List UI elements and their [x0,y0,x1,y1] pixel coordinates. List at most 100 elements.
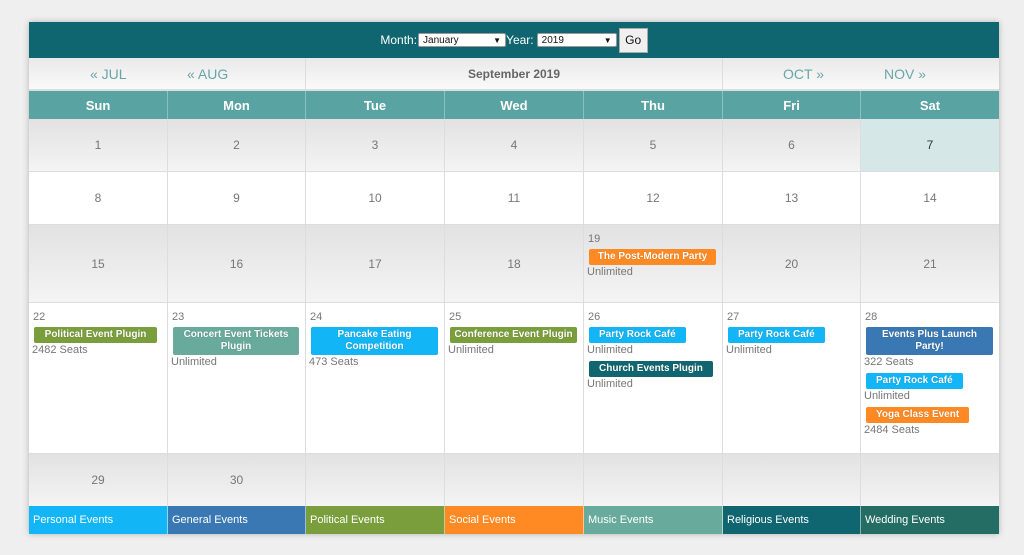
day-number: 19 [588,233,601,245]
day-cell[interactable]: 25 Conference Event Plugin Unlimited [445,303,584,453]
day-number: 20 [784,256,799,271]
event-post-modern-party[interactable]: The Post-Modern Party [589,249,716,265]
category-legend: Personal Events General Events Political… [29,506,999,534]
event-availability: 322 Seats [864,356,914,368]
day-cell[interactable]: 10 [306,172,445,224]
week-row: 29 30 [29,454,999,506]
day-number: 17 [368,256,382,271]
event-church-events-plugin[interactable]: Church Events Plugin [589,361,713,377]
legend-wedding-events[interactable]: Wedding Events [861,506,999,534]
event-yoga-class-event[interactable]: Yoga Class Event [866,407,970,423]
day-cell[interactable]: 12 [584,172,723,224]
event-calendar: Month: January ▼ Year: 2019 ▼ Go « JUL «… [29,22,999,534]
day-cell[interactable]: 23 Concert Event Tickets Plugin Unlimite… [168,303,306,453]
event-party-rock-cafe[interactable]: Party Rock Café [866,373,963,389]
next-months: OCT » NOV » [723,58,999,89]
go-button[interactable]: Go [618,27,648,53]
day-number: 9 [233,191,240,205]
event-pancake-eating-competition[interactable]: Pancake Eating Competition [311,327,438,355]
day-cell[interactable]: 26 Party Rock Café Unlimited Church Even… [584,303,723,453]
prev-month-aug-link[interactable]: « AUG [187,66,228,82]
day-cell[interactable]: 17 [306,225,445,302]
day-cell[interactable]: 29 [29,454,168,506]
week-row: 22 Political Event Plugin 2482 Seats 23 … [29,303,999,454]
empty-day-cell [723,454,861,506]
day-cell[interactable]: 27 Party Rock Café Unlimited [723,303,861,453]
day-cell-today[interactable]: 7 [861,119,999,171]
legend-music-events[interactable]: Music Events [584,506,723,534]
legend-general-events[interactable]: General Events [168,506,306,534]
day-cell[interactable]: 3 [306,119,445,171]
day-number: 8 [94,191,102,205]
week-row: 1 2 3 4 5 6 7 [29,119,999,172]
empty-day-cell [306,454,445,506]
event-availability: Unlimited [726,344,772,356]
day-cell[interactable]: 21 [861,225,999,302]
event-political-event-plugin[interactable]: Political Event Plugin [34,327,157,343]
day-number: 30 [229,473,244,487]
event-party-rock-cafe[interactable]: Party Rock Café [589,327,686,343]
day-cell[interactable]: 15 [29,225,168,302]
weekday-wed: Wed [445,91,584,119]
day-cell[interactable]: 11 [445,172,584,224]
event-party-rock-cafe[interactable]: Party Rock Café [728,327,825,343]
prev-month-jul-link[interactable]: « JUL [90,66,127,82]
day-cell[interactable]: 8 [29,172,168,224]
weekday-fri: Fri [723,91,861,119]
day-cell[interactable]: 16 [168,225,306,302]
event-events-plus-launch-party[interactable]: Events Plus Launch Party! [866,327,993,355]
day-number: 21 [923,256,937,271]
day-cell[interactable]: 5 [584,119,723,171]
day-cell[interactable]: 2 [168,119,306,171]
next-month-oct-link[interactable]: OCT » [783,66,824,82]
day-cell[interactable]: 18 [445,225,584,302]
legend-social-events[interactable]: Social Events [445,506,584,534]
legend-political-events[interactable]: Political Events [306,506,445,534]
event-availability: Unlimited [864,390,910,402]
day-cell[interactable]: 1 [29,119,168,171]
event-availability: Unlimited [448,344,494,356]
day-cell[interactable]: 4 [445,119,584,171]
event-availability: Unlimited [587,344,633,356]
day-cell[interactable]: 24 Pancake Eating Competition 473 Seats [306,303,445,453]
day-cell[interactable]: 22 Political Event Plugin 2482 Seats [29,303,168,453]
event-conference-event-plugin[interactable]: Conference Event Plugin [450,327,577,343]
month-navigation: « JUL « AUG September 2019 OCT » NOV » [29,58,999,91]
weekday-tue: Tue [306,91,445,119]
empty-day-cell [584,454,723,506]
day-cell[interactable]: 30 [168,454,306,506]
chevron-down-icon: ▼ [493,35,502,45]
day-number: 2 [233,138,240,152]
day-cell[interactable]: 19 The Post-Modern Party Unlimited [584,225,723,302]
day-number: 4 [510,138,518,152]
month-select[interactable]: January ▼ [418,33,507,47]
day-number: 3 [371,138,379,152]
day-number: 5 [649,138,657,152]
day-cell[interactable]: 13 [723,172,861,224]
week-row: 8 9 10 11 12 13 14 [29,172,999,225]
day-number: 14 [923,191,937,205]
month-select-value: January [423,34,459,46]
legend-personal-events[interactable]: Personal Events [29,506,168,534]
day-number: 7 [926,138,934,152]
day-number: 18 [507,256,521,271]
empty-day-cell [861,454,999,506]
month-year-selector-bar: Month: January ▼ Year: 2019 ▼ Go [29,22,999,58]
day-cell[interactable]: 20 [723,225,861,302]
day-cell[interactable]: 14 [861,172,999,224]
month-label: Month: [380,33,418,47]
year-select[interactable]: 2019 ▼ [536,33,617,47]
event-availability: 2482 Seats [32,344,88,356]
day-cell[interactable]: 9 [168,172,306,224]
chevron-down-icon: ▼ [603,35,612,45]
day-number: 12 [646,191,660,205]
legend-religious-events[interactable]: Religious Events [723,506,861,534]
empty-day-cell [445,454,584,506]
next-month-nov-link[interactable]: NOV » [884,66,926,82]
current-month-title: September 2019 [306,58,723,89]
event-concert-event-tickets-plugin[interactable]: Concert Event Tickets Plugin [173,327,299,355]
day-number: 6 [788,138,795,152]
day-number: 16 [229,256,244,271]
day-cell[interactable]: 28 Events Plus Launch Party! 322 Seats P… [861,303,999,453]
day-cell[interactable]: 6 [723,119,861,171]
